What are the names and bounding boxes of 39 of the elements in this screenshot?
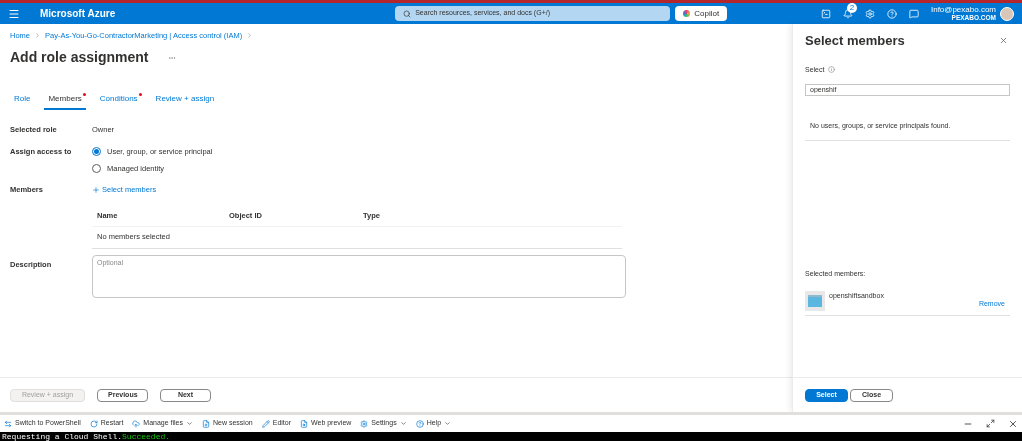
tab[interactable]: Review + assign [151, 93, 219, 111]
help-icon [415, 419, 424, 428]
pencil-icon [261, 419, 270, 428]
tab[interactable]: Conditions [95, 93, 142, 111]
tab[interactable]: Members [44, 93, 86, 111]
chevron-down-icon[interactable] [399, 420, 407, 427]
chevron-down-icon[interactable] [444, 420, 452, 427]
menu-icon[interactable] [8, 7, 20, 20]
app-icon [805, 291, 825, 311]
close-icon[interactable] [999, 36, 1008, 46]
notifications-icon[interactable] [842, 8, 853, 19]
terminal-output: Requesting a Cloud Shell.Succeeded. [0, 432, 1022, 441]
restart-icon [89, 419, 98, 428]
copilot-button[interactable]: Copilot [675, 6, 728, 21]
notification-badge: 2 [846, 2, 857, 13]
new-file-icon [202, 419, 211, 428]
settings-icon [360, 419, 369, 428]
copilot-icon [683, 10, 691, 17]
search-icon [403, 9, 412, 18]
page-title: Add role assignment [10, 48, 149, 68]
chevron-icon [34, 32, 41, 40]
info-icon [828, 66, 836, 74]
account-email[interactable]: Info@pexabo.com [930, 5, 996, 14]
avatar[interactable] [1000, 6, 1014, 21]
plus-icon [92, 185, 100, 194]
close-icon[interactable] [1008, 418, 1018, 429]
terminal-icon[interactable] [820, 8, 831, 19]
help-icon[interactable] [886, 8, 897, 19]
file-icon [300, 419, 308, 428]
settings-icon[interactable] [864, 8, 875, 19]
cloud-icon [132, 419, 141, 428]
maximize-icon[interactable] [986, 419, 995, 428]
feedback-icon[interactable] [908, 8, 919, 19]
brand-name: Microsoft Azure [40, 7, 116, 21]
arrows-icon [4, 419, 12, 428]
panel-title: Select members [805, 32, 905, 50]
chevron-icon [246, 32, 254, 40]
chevron-down-icon[interactable] [186, 420, 194, 427]
tab[interactable]: Role [10, 93, 35, 111]
